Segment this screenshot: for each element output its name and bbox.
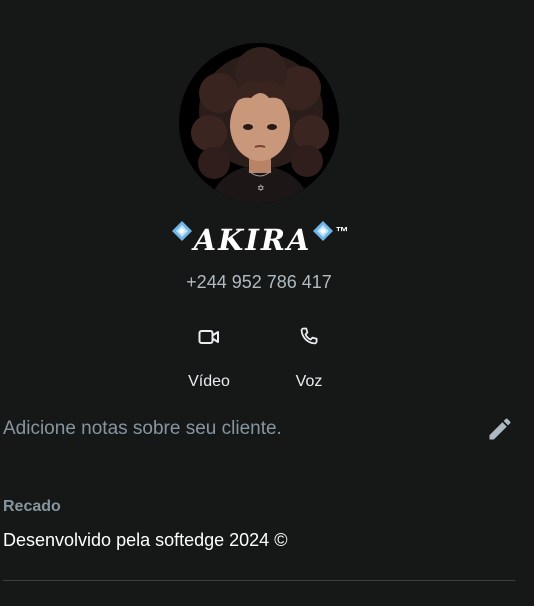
pencil-icon xyxy=(489,418,511,440)
about-title: Recado xyxy=(3,498,61,515)
video-camera-icon xyxy=(198,330,219,344)
trademark-symbol: ™ xyxy=(335,224,349,239)
voice-call-button[interactable]: Voz xyxy=(274,318,344,398)
diamond-icon xyxy=(171,221,192,241)
video-call-button[interactable]: Vídeo xyxy=(174,318,244,398)
edit-notes-button[interactable] xyxy=(486,415,514,443)
avatar[interactable]: ✡ xyxy=(179,43,339,203)
phone-icon xyxy=(300,327,318,345)
diamond-icon xyxy=(313,221,334,241)
divider xyxy=(3,580,515,581)
about-text: Desenvolvido pela softedge 2024 © xyxy=(3,530,288,550)
avatar-illustration: ✡ xyxy=(179,43,339,203)
notes-field[interactable]: Adicione notas sobre seu cliente. xyxy=(3,416,282,442)
video-call-label: Vídeo xyxy=(188,373,230,390)
phone-number: +244 952 786 417 xyxy=(186,272,332,292)
contact-name-text: AKIRA xyxy=(193,223,312,257)
voice-call-label: Voz xyxy=(295,373,323,390)
contact-info-panel: ✡ AKIRA ™ +244 952 786 417 Vídeo Voz Adi… xyxy=(0,0,534,606)
svg-text:✡: ✡ xyxy=(257,184,265,194)
contact-name: AKIRA ™ xyxy=(0,212,518,260)
